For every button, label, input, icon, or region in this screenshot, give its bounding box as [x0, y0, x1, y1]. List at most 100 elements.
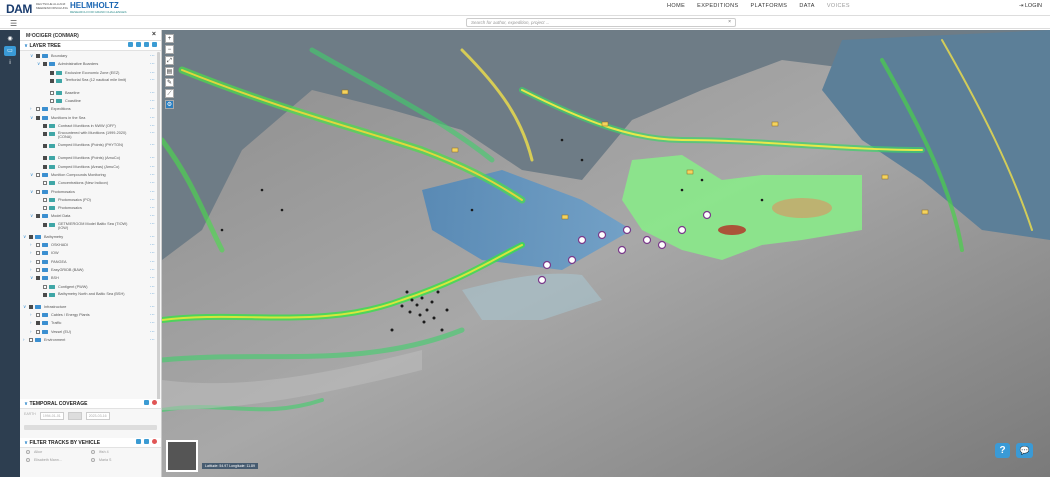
- chevron-down-icon[interactable]: ∨: [37, 60, 40, 68]
- temporal-coverage-header[interactable]: ∨ TEMPORAL COVERAGE: [20, 399, 161, 409]
- panel-scrollbar[interactable]: [157, 52, 160, 402]
- map-canvas[interactable]: [162, 30, 1050, 477]
- temporal-slider[interactable]: [24, 425, 157, 430]
- layer-tree-item[interactable]: Contract Munitions in NWW (OFF) ⋯: [20, 122, 161, 130]
- more-options-icon[interactable]: ⋯: [150, 336, 155, 344]
- filter-vehicle-header[interactable]: ∨ FILTER TRACKS BY VEHICLE: [20, 438, 161, 448]
- layer-tree-item[interactable]: Concentrations (New Indicon) ⋯: [20, 179, 161, 187]
- more-options-icon[interactable]: ⋯: [150, 188, 155, 196]
- layer-checkbox[interactable]: [43, 206, 47, 211]
- chevron-down-icon[interactable]: ∨: [30, 114, 33, 122]
- layer-checkbox[interactable]: [36, 107, 40, 112]
- more-options-icon[interactable]: ⋯: [150, 241, 155, 249]
- more-options-icon[interactable]: ⋯: [150, 131, 155, 136]
- layer-tree-header[interactable]: ∨ LAYER TREE: [20, 41, 161, 51]
- layer-checkbox[interactable]: [43, 197, 47, 202]
- more-options-icon[interactable]: ⋯: [150, 60, 155, 68]
- layer-checkbox[interactable]: [43, 132, 47, 137]
- layer-tree-item[interactable]: ∨ Munitions in the Sea ⋯: [20, 114, 161, 122]
- layer-tree-item[interactable]: › EasyGRIDB (BAW) ⋯: [20, 266, 161, 274]
- edit-filter-icon[interactable]: [144, 439, 149, 444]
- more-options-icon[interactable]: ⋯: [150, 171, 155, 179]
- layer-checkbox[interactable]: [36, 54, 40, 58]
- chevron-right-icon[interactable]: ›: [30, 249, 32, 257]
- overview-minimap[interactable]: [166, 440, 198, 472]
- layer-checkbox[interactable]: [50, 78, 54, 83]
- layer-tree-item[interactable]: Dumped Munitions (Points) (AmuCo) ⋯: [20, 154, 161, 162]
- chevron-down-icon[interactable]: ∨: [30, 188, 33, 196]
- more-options-icon[interactable]: ⋯: [150, 143, 155, 148]
- layer-tree-item[interactable]: Photomosaics (PO) ⋯: [20, 196, 161, 204]
- help-button[interactable]: ?: [995, 443, 1010, 458]
- layer-checkbox[interactable]: [36, 259, 40, 264]
- layer-checkbox[interactable]: [36, 251, 40, 256]
- temporal-to-input[interactable]: 2023-03-16: [85, 412, 110, 420]
- layer-checkbox[interactable]: [50, 90, 54, 95]
- more-options-icon[interactable]: ⋯: [150, 105, 155, 113]
- select-all-icon[interactable]: [136, 439, 141, 444]
- more-options-icon[interactable]: ⋯: [150, 122, 155, 130]
- upload-icon[interactable]: [144, 42, 149, 47]
- layer-checkbox[interactable]: [36, 115, 40, 120]
- menu-icon[interactable]: ☰: [10, 19, 17, 28]
- layer-checkbox[interactable]: [29, 304, 33, 309]
- remove-icon[interactable]: [152, 400, 157, 405]
- nav-data[interactable]: DATA: [799, 3, 814, 9]
- more-options-icon[interactable]: ⋯: [150, 221, 155, 226]
- layer-tree-item[interactable]: › Expeditions ⋯: [20, 105, 161, 113]
- layer-tree-item[interactable]: › PANGEA ⋯: [20, 258, 161, 266]
- chevron-right-icon[interactable]: ›: [30, 319, 32, 327]
- layer-checkbox[interactable]: [29, 234, 33, 239]
- layer-tree-item[interactable]: Encountered with Munitions (1999-2020) (…: [20, 130, 161, 142]
- chevron-down-icon[interactable]: ∨: [23, 233, 26, 241]
- layer-checkbox[interactable]: [43, 156, 47, 161]
- layer-checkbox[interactable]: [43, 164, 47, 169]
- layer-tree-item[interactable]: › Vessel (EU) ⋯: [20, 328, 161, 336]
- layer-tree-item[interactable]: Photomosaics ⋯: [20, 204, 161, 212]
- layer-tree-item[interactable]: ∨ Boundary ⋯: [20, 52, 161, 60]
- layers-icon[interactable]: ▤: [165, 67, 174, 76]
- more-options-icon[interactable]: ⋯: [150, 303, 155, 311]
- layer-checkbox[interactable]: [43, 292, 47, 297]
- folder-icon[interactable]: [128, 42, 133, 47]
- layer-tree-item[interactable]: ∨ Photomosaics ⋯: [20, 188, 161, 196]
- layer-tree-item[interactable]: Dumped Munitions (Points) (PHYTON) ⋯: [20, 142, 161, 154]
- vehicle-option[interactable]: Elisabeth Mann...: [26, 458, 81, 462]
- more-options-icon[interactable]: ⋯: [150, 69, 155, 77]
- chevron-right-icon[interactable]: ›: [30, 311, 32, 319]
- chevron-down-icon[interactable]: ∨: [30, 212, 33, 220]
- more-options-icon[interactable]: ⋯: [150, 114, 155, 122]
- layer-tree-item[interactable]: Dumped Munitions (Areas) (AmuCo) ⋯: [20, 163, 161, 171]
- more-options-icon[interactable]: ⋯: [150, 328, 155, 336]
- chevron-down-icon[interactable]: ∨: [30, 52, 33, 60]
- layer-checkbox[interactable]: [36, 172, 40, 177]
- chevron-right-icon[interactable]: ›: [30, 241, 32, 249]
- vehicle-option[interactable]: Alkor: [26, 450, 81, 454]
- more-options-icon[interactable]: ⋯: [150, 154, 155, 162]
- settings-icon[interactable]: ⚙: [165, 100, 174, 109]
- info-icon[interactable]: i: [4, 58, 16, 68]
- more-options-icon[interactable]: ⋯: [150, 204, 155, 212]
- more-options-icon[interactable]: ⋯: [150, 97, 155, 105]
- layer-checkbox[interactable]: [43, 284, 47, 289]
- layer-tree-item[interactable]: › Environment ⋯: [20, 336, 161, 344]
- fullscreen-icon[interactable]: ⤢: [165, 56, 174, 65]
- chevron-down-icon[interactable]: ∨: [30, 274, 33, 282]
- chevron-right-icon[interactable]: ›: [30, 258, 32, 266]
- layer-checkbox[interactable]: [50, 99, 54, 104]
- layer-tree-item[interactable]: Territorial Sea (12 nautical mile limit)…: [20, 77, 161, 89]
- more-options-icon[interactable]: ⋯: [150, 52, 155, 60]
- vehicle-option[interactable]: Maria S: [91, 458, 146, 462]
- vehicle-option[interactable]: Ifish 4: [91, 450, 146, 454]
- layer-checkbox[interactable]: [43, 124, 47, 129]
- layer-checkbox[interactable]: [36, 243, 40, 248]
- layer-checkbox[interactable]: [43, 222, 47, 227]
- helmholtz-logo[interactable]: HELMHOLTZ: [70, 1, 119, 10]
- chevron-right-icon[interactable]: ›: [30, 266, 32, 274]
- more-options-icon[interactable]: ⋯: [150, 274, 155, 282]
- chevron-down-icon[interactable]: ∨: [30, 171, 33, 179]
- layer-checkbox[interactable]: [29, 338, 33, 343]
- nav-platforms[interactable]: PLATFORMS: [751, 3, 788, 9]
- layer-checkbox[interactable]: [36, 321, 40, 326]
- more-options-icon[interactable]: ⋯: [150, 266, 155, 274]
